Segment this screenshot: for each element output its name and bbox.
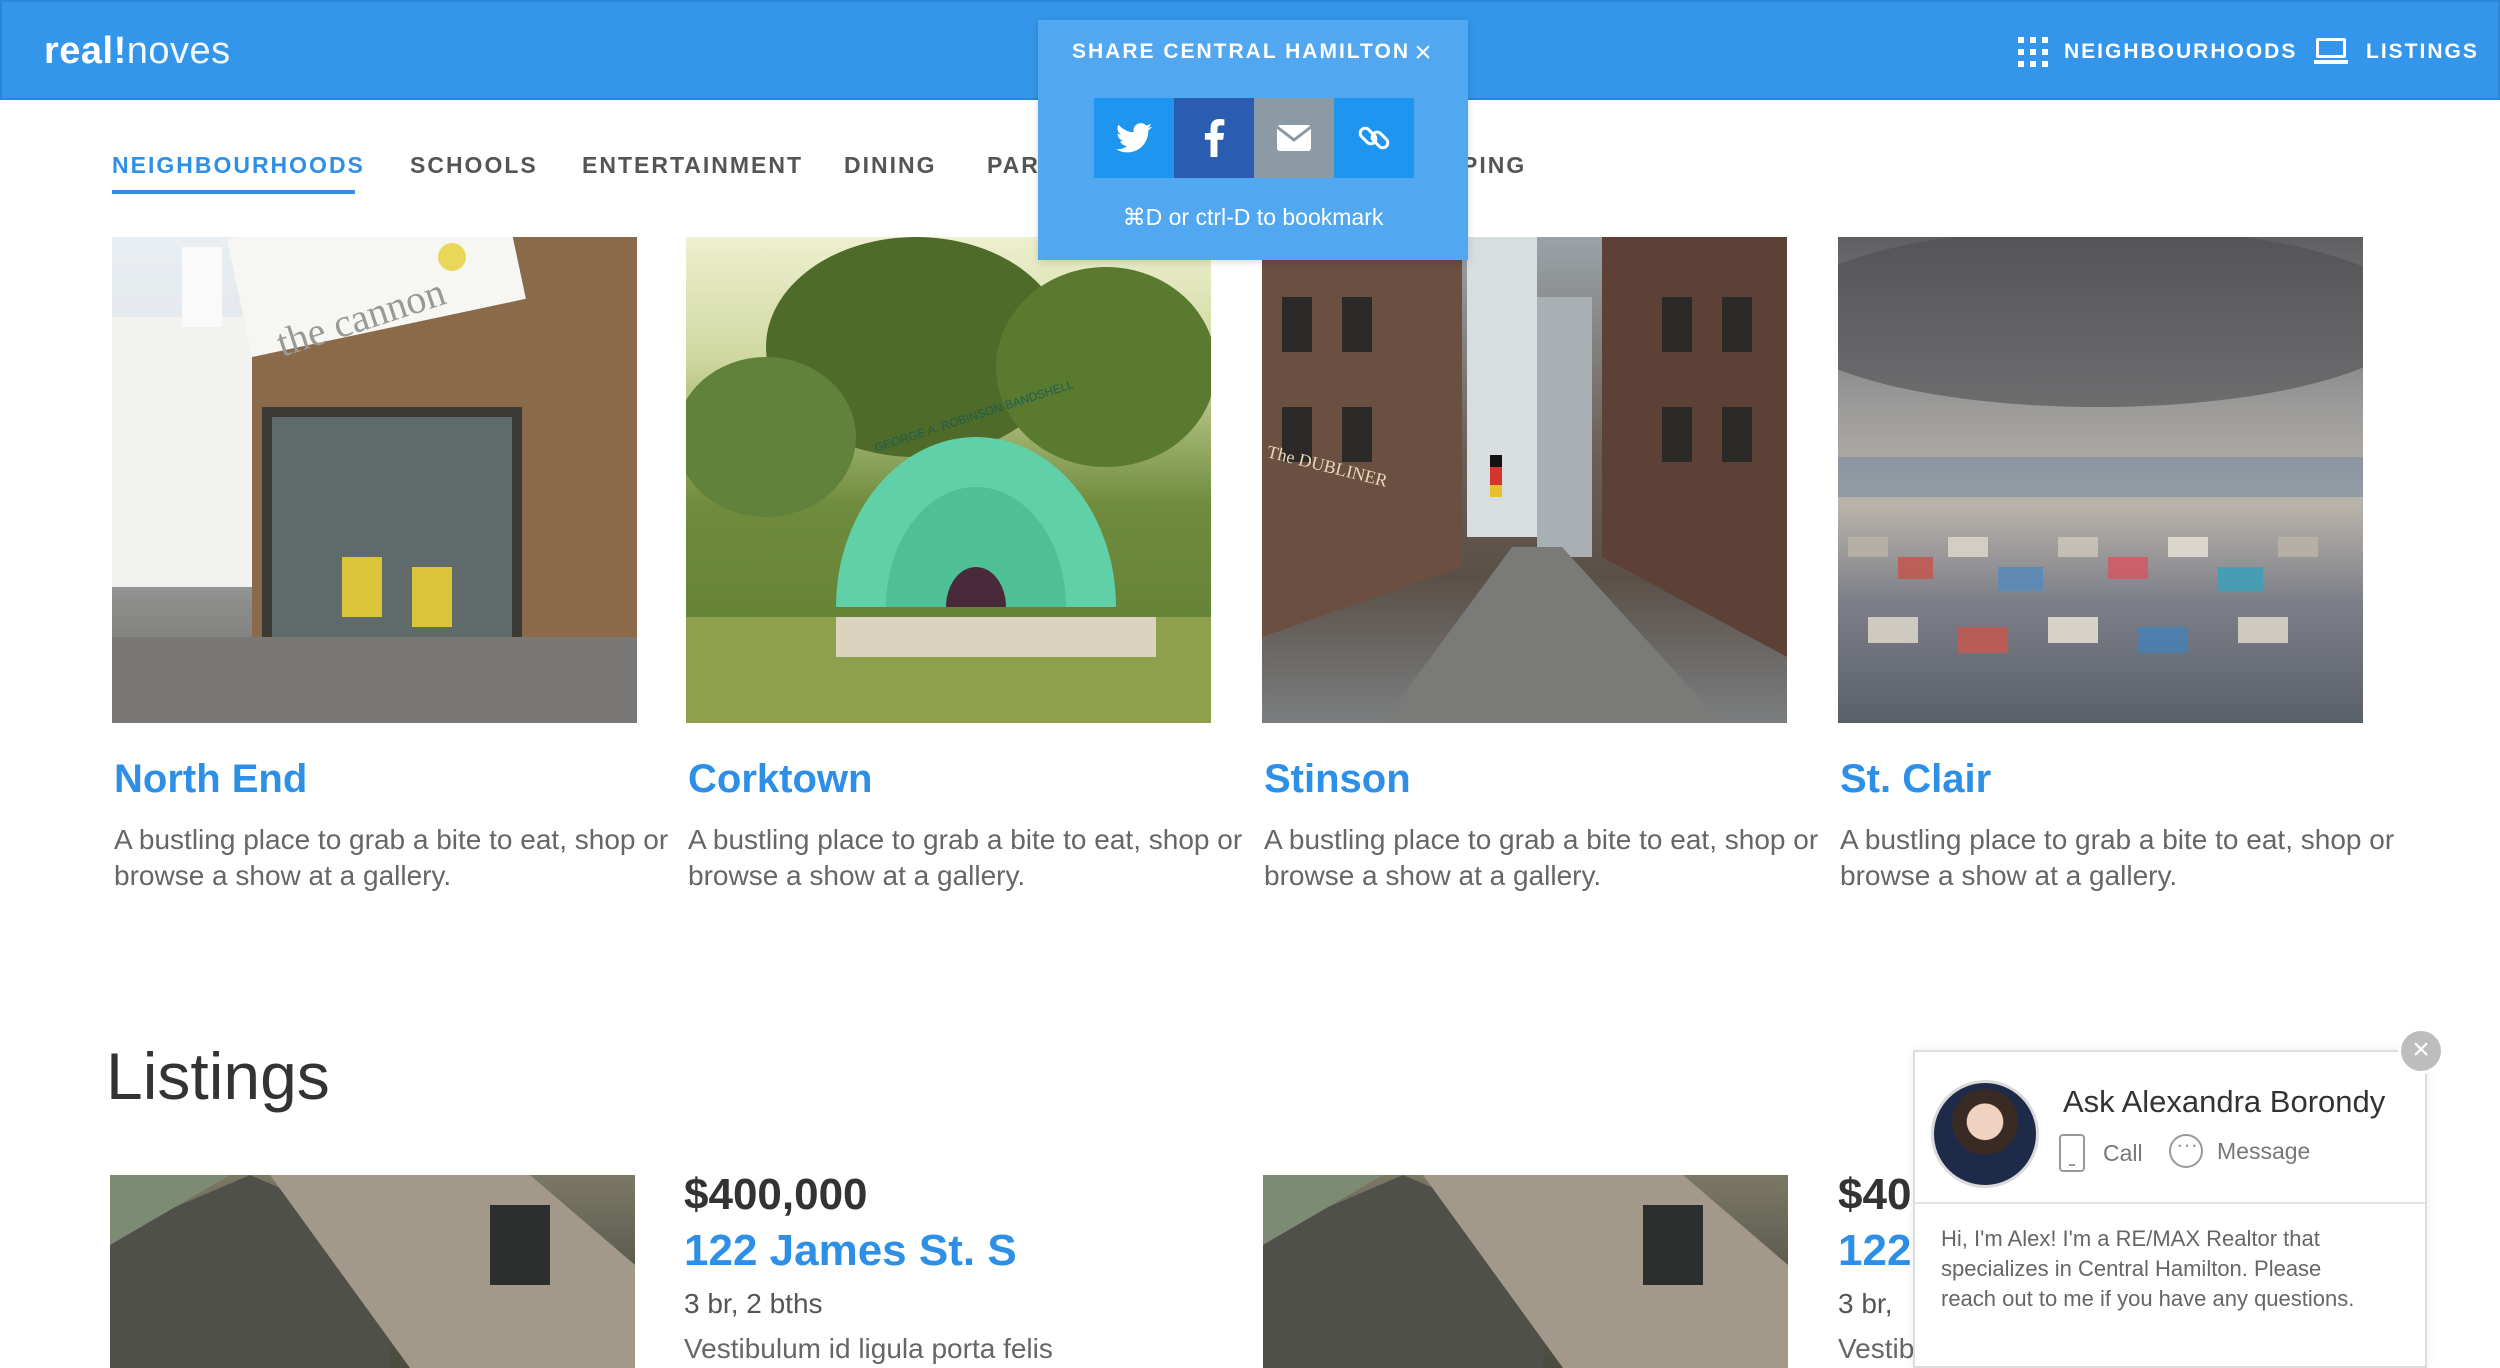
share-popup: SHARE CENTRAL HAMILTON × ⌘D or ctrl-D to	[1038, 20, 1468, 260]
bookmark-hint: ⌘D or ctrl-D to bookmark	[1122, 204, 1384, 230]
listing-address[interactable]: 122 James St. S	[684, 1226, 1017, 1276]
topnav-listings[interactable]: LISTINGS	[2314, 36, 2479, 68]
active-tab-underline	[112, 190, 355, 194]
neighbourhood-card[interactable]: St. Clair A bustling place to grab a bit…	[1838, 237, 2394, 891]
neighbourhood-card[interactable]: The DUBLINER Stinson A bustling place to…	[1262, 237, 1818, 891]
phone-icon	[2059, 1134, 2085, 1172]
listings-heading: Listings	[106, 1039, 330, 1113]
logo-part-2: noves	[126, 30, 231, 72]
neighbourhood-description: A bustling place to grab a bite to eat, …	[114, 824, 669, 891]
chat-bubble-icon	[2169, 1132, 2203, 1168]
tab-entertainment[interactable]: ENTERTAINMENT	[582, 152, 803, 179]
facebook-icon	[1204, 119, 1225, 157]
tab-parks[interactable]: PAR	[987, 152, 1040, 179]
realtor-name: Ask Alexandra Borondy	[2063, 1084, 2386, 1119]
tab-dining[interactable]: DINING	[844, 152, 937, 179]
listing-description: Vestibulum id ligula porta felis	[684, 1333, 1053, 1364]
neighbourhood-description: A bustling place to grab a bite to eat, …	[1840, 824, 2395, 891]
listing-photo[interactable]	[1263, 1175, 1788, 1368]
neighbourhood-card[interactable]: the cannon North End A bustling place to…	[112, 237, 668, 891]
neighbourhood-description: A bustling place to grab a bite to eat, …	[1264, 824, 1819, 891]
share-popup-title: SHARE CENTRAL HAMILTON	[1072, 40, 1410, 63]
message-button[interactable]: Message	[2169, 1132, 2311, 1168]
st-clair-photo	[1838, 237, 2363, 723]
topnav-listings-label: LISTINGS	[2366, 40, 2479, 63]
facebook-share-button[interactable]	[1174, 98, 1254, 178]
close-icon[interactable]: ×	[2398, 1028, 2444, 1074]
message-label: Message	[2217, 1137, 2311, 1164]
tab-neighbourhoods[interactable]: NEIGHBOURHOODS	[112, 152, 365, 179]
listing-beds: 3 br, 2 bths	[684, 1288, 823, 1319]
neighbourhood-title[interactable]: Corktown	[688, 757, 872, 802]
email-icon	[1277, 125, 1311, 151]
call-button[interactable]: Call	[2059, 1134, 2143, 1172]
neighbourhood-description: A bustling place to grab a bite to eat, …	[688, 824, 1243, 891]
realtor-chat-widget: Ask Alexandra Borondy Call Message Hi, I…	[1913, 1050, 2427, 1368]
neighbourhood-title[interactable]: North End	[114, 757, 307, 802]
listing-beds: 3 br,	[1838, 1288, 1893, 1319]
tab-schools[interactable]: SCHOOLS	[410, 152, 538, 179]
logo[interactable]: real!noves	[44, 30, 231, 73]
neighbourhood-title[interactable]: St. Clair	[1840, 757, 1991, 802]
topnav-neighbourhoods-label: NEIGHBOURHOODS	[2064, 40, 2298, 63]
twitter-share-button[interactable]	[1094, 98, 1174, 178]
logo-mark: !	[113, 30, 127, 72]
north-end-photo: the cannon	[112, 237, 637, 723]
grid-icon	[2018, 37, 2048, 67]
link-icon	[1358, 126, 1390, 150]
close-icon[interactable]: ×	[1408, 38, 1438, 68]
listing-description: Vestib	[1838, 1333, 1915, 1364]
share-buttons	[1094, 98, 1414, 178]
laptop-icon	[2314, 38, 2348, 66]
chat-message-text: Hi, I'm Alex! I'm a RE/MAX Realtor that …	[1941, 1226, 2355, 1311]
twitter-icon	[1116, 123, 1152, 153]
copy-link-button[interactable]	[1334, 98, 1414, 178]
divider	[1915, 1202, 2425, 1204]
avatar	[1931, 1080, 2039, 1188]
neighbourhood-card[interactable]: GEORGE A. ROBINSON BANDSHELL Corktown A …	[686, 237, 1242, 891]
listing-price: $400,000	[684, 1170, 868, 1219]
listing-price: $40	[1838, 1170, 1912, 1219]
neighbourhood-title[interactable]: Stinson	[1264, 757, 1411, 802]
topnav-neighbourhoods[interactable]: NEIGHBOURHOODS	[2018, 36, 2297, 68]
tab-shopping[interactable]: PING	[1462, 152, 1526, 179]
corktown-photo: GEORGE A. ROBINSON BANDSHELL	[686, 237, 1211, 723]
logo-part-1: real	[44, 30, 114, 72]
email-share-button[interactable]	[1254, 98, 1334, 178]
listing-address[interactable]: 122	[1838, 1226, 1911, 1276]
call-label: Call	[2103, 1139, 2143, 1166]
stinson-photo: The DUBLINER	[1262, 237, 1787, 723]
listing-photo[interactable]	[110, 1175, 635, 1368]
